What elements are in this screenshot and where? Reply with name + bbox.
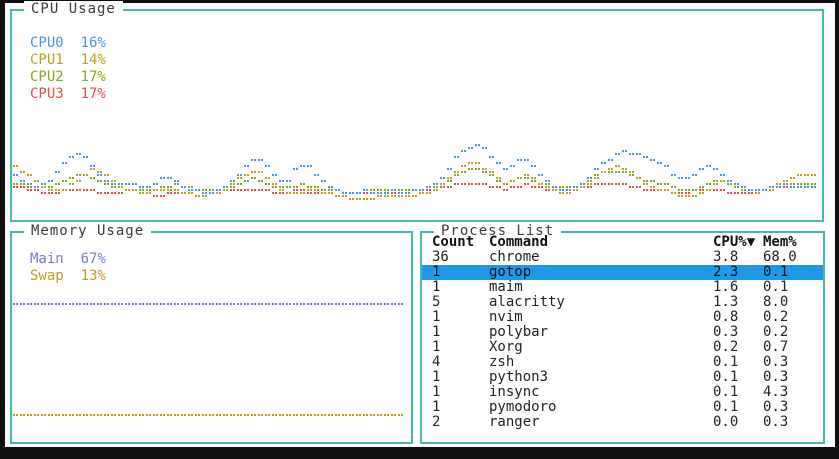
table-row[interactable]: 5 alacritty 1.3 8.0: [422, 295, 823, 310]
table-row[interactable]: 1 insync 0.1 4.3: [422, 385, 823, 400]
legend-item: CPU0 16%: [30, 35, 106, 51]
table-row[interactable]: 1 polybar 0.3 0.2: [422, 325, 823, 340]
cell-cpu: 0.8: [713, 310, 739, 325]
table-row[interactable]: 1 python3 0.1 0.3: [422, 370, 823, 385]
cell-cpu: 0.1: [713, 385, 739, 400]
table-row[interactable]: 1 Xorg 0.2 0.7: [422, 340, 823, 355]
gotop-window: CPU Usage CPU0 16% CPU1 14% CPU2 17% CPU3 1…: [0, 0, 839, 459]
cell-command: ranger: [489, 415, 540, 430]
cell-mem: 0.2: [763, 325, 789, 340]
table-row[interactable]: 1 pymodoro 0.1 0.3: [422, 400, 823, 415]
cell-cpu: 0.1: [713, 355, 739, 370]
cell-mem: 0.1: [763, 265, 789, 280]
table-row[interactable]: 36 chrome 3.8 68.0: [422, 250, 823, 265]
cell-count: 5: [432, 295, 441, 310]
cell-count: 2: [432, 415, 441, 430]
cell-count: 1: [432, 325, 441, 340]
cell-mem: 0.3: [763, 415, 789, 430]
cell-mem: 0.3: [763, 400, 789, 415]
cell-count: 1: [432, 400, 441, 415]
cell-command: polybar: [489, 325, 549, 340]
process-table-header: Count Command CPU%▼ Mem%: [422, 235, 823, 250]
cell-count: 1: [432, 340, 441, 355]
cell-cpu: 2.3: [713, 265, 739, 280]
cell-count: 1: [432, 265, 441, 280]
legend-item: Main 67%: [30, 251, 106, 267]
cell-command: gotop: [489, 265, 532, 280]
process-list-panel: Process List Count Command CPU%▼ Mem% 36 chro…: [420, 223, 825, 444]
cpu-legend: CPU0 16% CPU1 14% CPU2 17% CPU3 17%: [30, 35, 106, 103]
cell-command: chrome: [489, 250, 540, 265]
cell-command: alacritty: [489, 295, 565, 310]
cell-mem: 0.7: [763, 340, 789, 355]
terminal-screen: CPU Usage CPU0 16% CPU1 14% CPU2 17% CPU3 1…: [5, 1, 835, 447]
cell-mem: 8.0: [763, 295, 789, 310]
cell-command: nvim: [489, 310, 523, 325]
table-row[interactable]: 2 ranger 0.0 0.3: [422, 415, 823, 430]
table-row[interactable]: 4 zsh 0.1 0.3: [422, 355, 823, 370]
cell-command: maim: [489, 280, 523, 295]
table-row[interactable]: 1 maim 1.6 0.1: [422, 280, 823, 295]
cell-mem: 0.3: [763, 370, 789, 385]
cell-command: python3: [489, 370, 549, 385]
legend-item: Swap 13%: [30, 268, 106, 284]
cell-mem: 0.1: [763, 280, 789, 295]
cell-mem: 0.3: [763, 355, 789, 370]
cell-command: insync: [489, 385, 540, 400]
cell-count: 1: [432, 280, 441, 295]
cell-command: zsh: [489, 355, 515, 370]
cell-count: 4: [432, 355, 441, 370]
cell-cpu: 0.3: [713, 325, 739, 340]
legend-item: CPU1 14%: [30, 52, 106, 68]
memory-usage-panel: Memory Usage Main 67% Swap 13%: [10, 223, 413, 444]
cell-command: pymodoro: [489, 400, 557, 415]
cell-command: Xorg: [489, 340, 523, 355]
cell-cpu: 0.1: [713, 370, 739, 385]
cell-mem: 0.2: [763, 310, 789, 325]
cpu-usage-chart: [13, 144, 816, 200]
cell-cpu: 0.2: [713, 340, 739, 355]
cell-count: 1: [432, 370, 441, 385]
cell-cpu: 0.0: [713, 415, 739, 430]
cell-mem: 4.3: [763, 385, 789, 400]
cell-cpu: 1.6: [713, 280, 739, 295]
column-header-command: Command: [489, 235, 549, 250]
cell-count: 1: [432, 310, 441, 325]
cell-count: 36: [432, 250, 449, 265]
column-header-count: Count: [432, 235, 475, 250]
table-row[interactable]: 1 nvim 0.8 0.2: [422, 310, 823, 325]
cell-cpu: 0.1: [713, 400, 739, 415]
cell-count: 1: [432, 385, 441, 400]
process-table[interactable]: Count Command CPU%▼ Mem% 36 chrome 3.8 68.0 1 got…: [422, 235, 823, 442]
legend-item: CPU3 17%: [30, 86, 106, 102]
cell-cpu: 3.8: [713, 250, 739, 265]
memory-legend: Main 67% Swap 13%: [30, 251, 106, 285]
cell-cpu: 1.3: [713, 295, 739, 310]
legend-item: CPU2 17%: [30, 69, 106, 85]
column-header-mem: Mem%: [763, 235, 797, 250]
column-header-cpu: CPU%▼: [713, 235, 756, 250]
cpu-usage-panel: CPU Usage CPU0 16% CPU1 14% CPU2 17% CPU3 1…: [10, 1, 824, 222]
cell-mem: 68.0: [763, 250, 797, 265]
table-row-selected[interactable]: 1 gotop 2.3 0.1: [422, 265, 823, 280]
